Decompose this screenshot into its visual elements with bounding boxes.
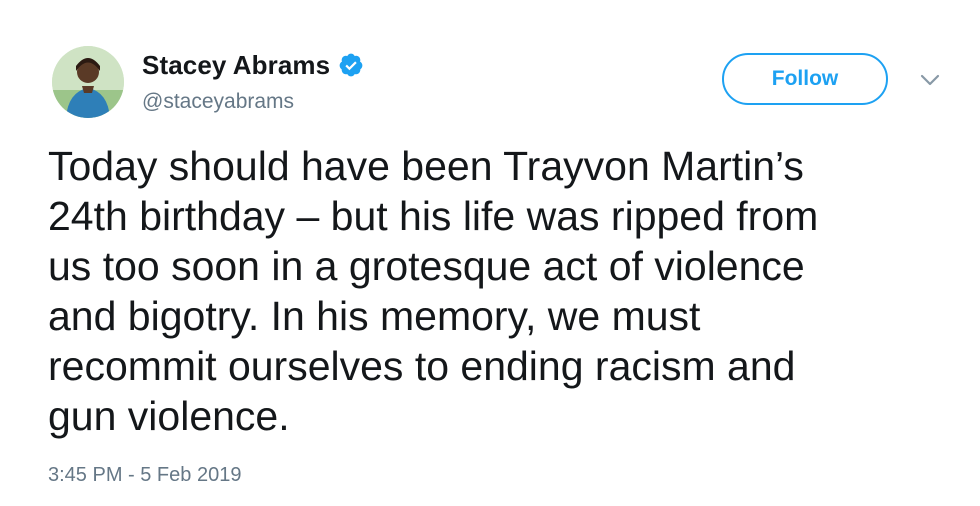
- tweet-text-line: us too soon in a grotesque act of violen…: [48, 243, 805, 289]
- tweet-timestamp[interactable]: 3:45 PM - 5 Feb 2019: [48, 464, 241, 487]
- chevron-down-icon[interactable]: [918, 72, 942, 88]
- tweet-text: Today should have been Trayvon Martin’s …: [48, 141, 948, 441]
- tweet-text-line: gun violence.: [48, 393, 290, 439]
- display-name[interactable]: Stacey Abrams: [142, 50, 330, 81]
- user-name-row: Stacey Abrams: [142, 50, 364, 80]
- follow-button[interactable]: Follow: [722, 53, 888, 105]
- verified-badge-icon: [338, 52, 364, 78]
- tweet-text-line: Today should have been Trayvon Martin’s: [48, 143, 804, 189]
- tweet-text-line: and bigotry. In his memory, we must: [48, 293, 701, 339]
- tweet-card: Stacey Abrams @staceyabrams Follow Today…: [0, 0, 980, 506]
- avatar-image: [52, 46, 124, 118]
- tweet-text-line: 24th birthday – but his life was ripped …: [48, 193, 819, 239]
- avatar[interactable]: [52, 46, 124, 118]
- user-handle[interactable]: @staceyabrams: [142, 90, 294, 114]
- tweet-text-line: recommit ourselves to ending racism and: [48, 343, 796, 389]
